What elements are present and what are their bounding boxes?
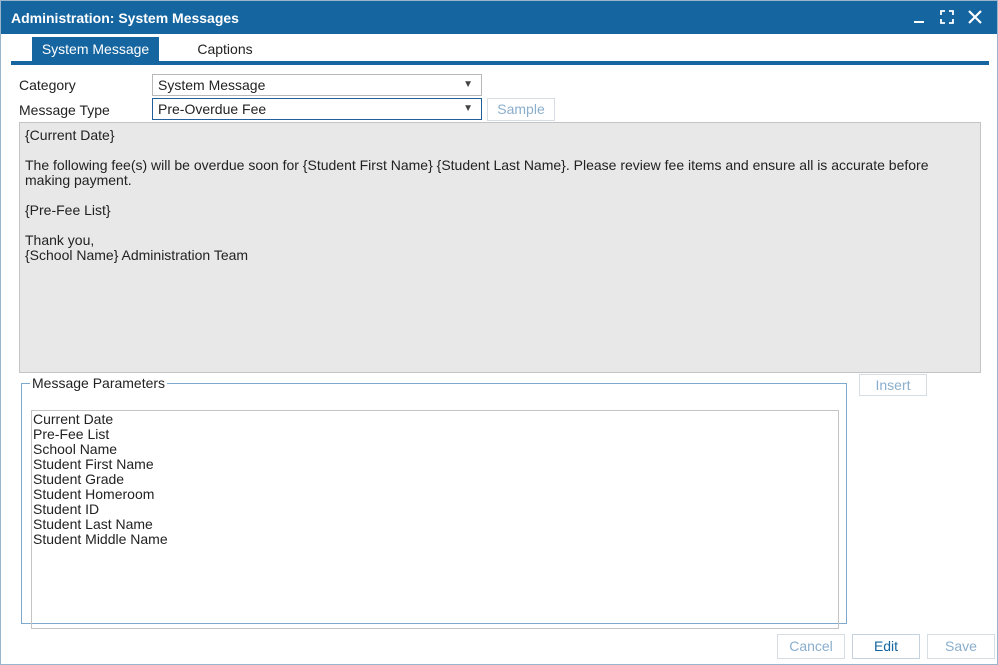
message-type-value: Pre-Overdue Fee [158, 101, 267, 117]
message-parameters-legend: Message Parameters [32, 375, 166, 391]
category-value: System Message [158, 77, 266, 93]
list-item[interactable]: Student Middle Name [33, 532, 837, 547]
list-item[interactable]: Current Date [33, 412, 837, 427]
insert-button[interactable]: Insert [859, 374, 927, 396]
list-item[interactable]: Pre-Fee List [33, 427, 837, 442]
dropdown-arrow-icon: ▼ [463, 103, 473, 114]
list-item[interactable]: Student Grade [33, 472, 837, 487]
list-item[interactable]: Student First Name [33, 457, 837, 472]
parameter-list[interactable]: Current Date Pre-Fee List School Name St… [31, 410, 839, 629]
list-item[interactable]: School Name [33, 442, 837, 457]
edit-button[interactable]: Edit [852, 634, 920, 659]
message-type-select[interactable]: Pre-Overdue Fee ▼ [152, 98, 482, 120]
minimize-icon[interactable] [909, 7, 929, 27]
close-icon[interactable] [965, 7, 985, 27]
cancel-button[interactable]: Cancel [777, 634, 845, 659]
title-bar: Administration: System Messages [1, 1, 997, 34]
message-type-label: Message Type [19, 102, 110, 118]
message-body[interactable]: {Current Date} The following fee(s) will… [19, 122, 981, 373]
list-item[interactable]: Student Homeroom [33, 487, 837, 502]
category-select[interactable]: System Message ▼ [152, 74, 482, 96]
save-button[interactable]: Save [927, 634, 995, 659]
maximize-icon[interactable] [937, 7, 957, 27]
tab-bar: System Message Captions [11, 37, 989, 65]
tab-captions[interactable]: Captions [177, 37, 273, 62]
dropdown-arrow-icon: ▼ [463, 79, 473, 90]
message-parameters-group: Message Parameters Current Date Pre-Fee … [21, 375, 847, 629]
window-title: Administration: System Messages [11, 10, 239, 26]
admin-window: Administration: System Messages System M… [0, 0, 998, 665]
list-item[interactable]: Student Last Name [33, 517, 837, 532]
list-item[interactable]: Student ID [33, 502, 837, 517]
tab-underline [11, 61, 989, 65]
tab-system-message[interactable]: System Message [32, 37, 159, 62]
category-label: Category [19, 77, 76, 93]
sample-button[interactable]: Sample [487, 98, 555, 121]
